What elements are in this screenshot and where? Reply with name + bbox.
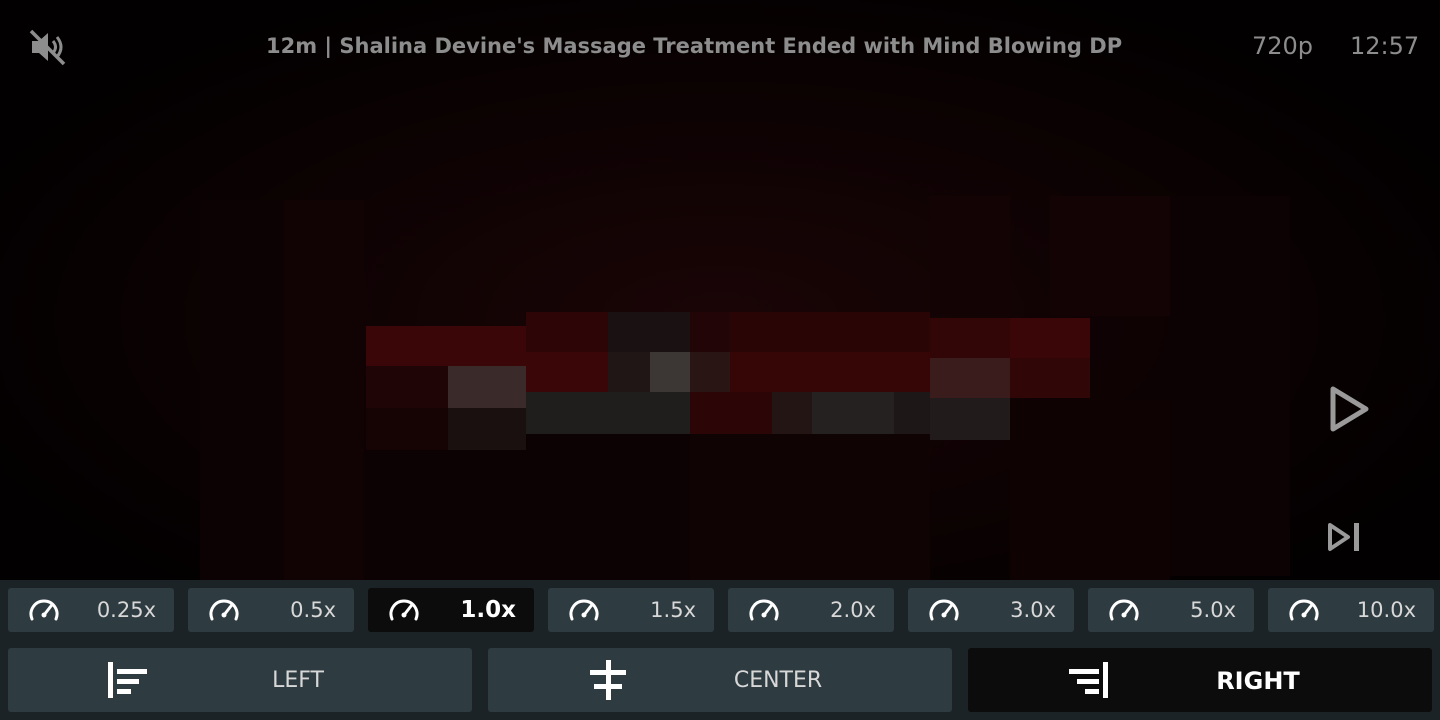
skip-next-icon[interactable] (1326, 520, 1362, 554)
video-pixel (200, 200, 284, 580)
speed-option-1-5x[interactable]: 1.5x (548, 588, 714, 632)
playback-speed-bar: 0.25x 0.5x 1.0x 1.5x 2.0x 3.0x 5.0x 10.0… (0, 580, 1440, 640)
video-pixel (1010, 400, 1170, 580)
speed-option-5-0x[interactable]: 5.0x (1088, 588, 1254, 632)
video-pixel (526, 392, 690, 434)
video-pixel (448, 408, 526, 450)
speedometer-icon (569, 599, 599, 621)
align-left-icon (108, 662, 147, 698)
speed-option-label: 1.5x (650, 598, 696, 622)
align-right-icon (1069, 662, 1108, 698)
video-pixel (930, 398, 1010, 440)
speedometer-icon (29, 599, 59, 621)
video-frame[interactable] (0, 0, 1440, 580)
speed-option-0-25x[interactable]: 0.25x (8, 588, 174, 632)
video-pixel (690, 312, 730, 352)
video-pixel (608, 352, 650, 392)
align-center-icon (590, 660, 626, 700)
speed-option-label: 1.0x (460, 597, 516, 623)
speed-option-label: 2.0x (830, 598, 876, 622)
video-pixel (1010, 318, 1090, 358)
align-label: CENTER (733, 668, 823, 693)
speedometer-icon (749, 599, 779, 621)
speed-option-label: 0.5x (290, 598, 336, 622)
speed-option-label: 10.0x (1356, 598, 1416, 622)
align-label: RIGHT (1216, 667, 1300, 695)
speed-option-3-0x[interactable]: 3.0x (908, 588, 1074, 632)
video-pixel (1050, 196, 1170, 316)
video-pixel (730, 312, 930, 352)
video-pixel (526, 312, 608, 352)
video-pixel (366, 326, 526, 366)
quality-indicator[interactable]: 720p (1252, 32, 1313, 60)
speed-option-2-0x[interactable]: 2.0x (728, 588, 894, 632)
clock: 12:57 (1350, 32, 1420, 60)
video-pixel (448, 366, 526, 408)
video-pixel (364, 450, 526, 580)
video-player: 12m | Shalina Devine's Massage Treatment… (0, 0, 1440, 720)
speed-option-0-5x[interactable]: 0.5x (188, 588, 354, 632)
video-pixel (690, 434, 930, 580)
muted-speaker-icon[interactable] (26, 26, 68, 68)
video-pixel (608, 312, 690, 352)
video-pixel (1170, 196, 1290, 576)
video-pixel (526, 434, 690, 580)
video-pixel (930, 318, 1010, 358)
align-center-button[interactable]: CENTER (488, 648, 952, 712)
video-pixel (690, 352, 730, 392)
play-icon[interactable] (1326, 384, 1372, 434)
video-title: 12m | Shalina Devine's Massage Treatment… (266, 34, 1123, 58)
speed-option-1-0x[interactable]: 1.0x (368, 588, 534, 632)
alignment-bar: LEFT CENTER RIGHT (0, 640, 1440, 720)
video-pixel (366, 408, 448, 450)
video-pixel (690, 392, 772, 434)
speedometer-icon (1109, 599, 1139, 621)
speedometer-icon (209, 599, 239, 621)
speed-option-10-0x[interactable]: 10.0x (1268, 588, 1434, 632)
speedometer-icon (1289, 599, 1319, 621)
video-pixel (812, 392, 894, 434)
speedometer-icon (929, 599, 959, 621)
video-pixel (894, 392, 930, 434)
video-pixel (526, 352, 608, 392)
video-pixel (650, 352, 690, 392)
align-right-button[interactable]: RIGHT (968, 648, 1432, 712)
video-pixel (772, 392, 812, 434)
speed-option-label: 5.0x (1190, 598, 1236, 622)
video-pixel (366, 366, 448, 408)
video-pixel (930, 358, 1010, 398)
align-label: LEFT (272, 668, 324, 693)
video-pixel (284, 200, 364, 580)
align-left-button[interactable]: LEFT (8, 648, 472, 712)
video-pixel (730, 352, 930, 392)
speed-option-label: 3.0x (1010, 598, 1056, 622)
speed-option-label: 0.25x (96, 598, 156, 622)
video-pixel (930, 196, 1010, 316)
video-pixel (1010, 358, 1090, 398)
speedometer-icon (389, 599, 419, 621)
